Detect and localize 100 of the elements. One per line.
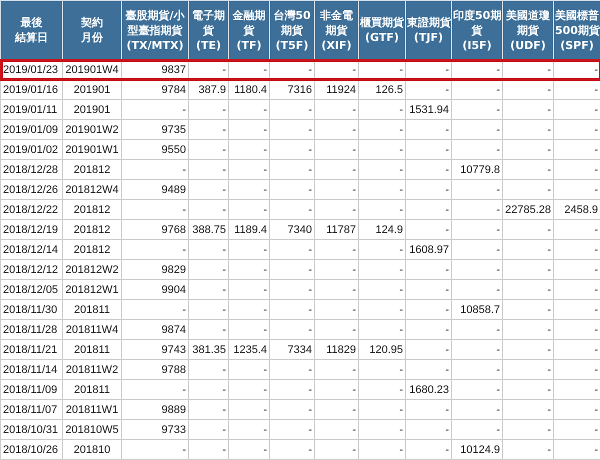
table-cell: -	[502, 300, 554, 320]
table-cell: 201901	[62, 80, 122, 100]
table-cell: -	[228, 200, 270, 220]
table-cell: 2018/11/14	[0, 360, 62, 380]
table-cell: -	[188, 400, 228, 420]
column-header: 電子期 貨 (TE)	[188, 0, 228, 60]
table-cell: -	[502, 140, 554, 160]
table-cell: -	[502, 320, 554, 340]
table-cell: -	[452, 260, 502, 280]
table-cell: -	[502, 180, 554, 200]
table-cell: 9550	[122, 140, 188, 160]
table-cell: -	[502, 240, 554, 260]
table-cell: -	[502, 80, 554, 100]
table-cell: -	[228, 140, 270, 160]
table-cell: -	[502, 280, 554, 300]
table-cell: 201901W2	[62, 120, 122, 140]
table-cell: 9889	[122, 400, 188, 420]
table-cell: -	[188, 180, 228, 200]
table-cell: 9743	[122, 340, 188, 360]
table-cell: -	[452, 120, 502, 140]
table-cell: 1235.4	[228, 340, 270, 360]
table-cell: -	[452, 240, 502, 260]
table-cell: -	[314, 240, 358, 260]
table-cell: 11787	[314, 220, 358, 240]
column-header: 美國道瓊 期貨 (UDF)	[502, 0, 554, 60]
table-cell: -	[502, 400, 554, 420]
table-cell: -	[228, 260, 270, 280]
table-cell: -	[358, 320, 406, 340]
table-cell: 2018/12/22	[0, 200, 62, 220]
table-cell: 201901W1	[62, 140, 122, 160]
table-cell: 2018/10/31	[0, 420, 62, 440]
table-cell: -	[188, 160, 228, 180]
column-header: 美國標普 500期貨 (SPF)	[554, 0, 600, 60]
column-header: 東證期貨 (TJF)	[406, 0, 452, 60]
table-cell: 9788	[122, 360, 188, 380]
table-cell: 7316	[270, 80, 314, 100]
table-cell: -	[270, 440, 314, 460]
table-cell: -	[406, 180, 452, 200]
table-cell: -	[314, 160, 358, 180]
column-header: 櫃買期貨 (GTF)	[358, 0, 406, 60]
column-header: 契約 月份	[62, 0, 122, 60]
table-cell: -	[452, 100, 502, 120]
table-cell: -	[502, 340, 554, 360]
table-cell: 2018/11/28	[0, 320, 62, 340]
table-cell: -	[406, 360, 452, 380]
column-header: 非金電 期貨 (XIF)	[314, 0, 358, 60]
table-cell: 2018/12/14	[0, 240, 62, 260]
table-cell: -	[406, 140, 452, 160]
table-cell: -	[188, 440, 228, 460]
table-cell: 10779.8	[452, 160, 502, 180]
table-cell: -	[502, 360, 554, 380]
column-header: 印度50期 貨 (I5F)	[452, 0, 502, 60]
table-cell: -	[228, 180, 270, 200]
table-cell: -	[122, 240, 188, 260]
table-cell: 120.95	[358, 340, 406, 360]
table-cell: -	[502, 100, 554, 120]
table-cell: -	[122, 100, 188, 120]
table-cell: -	[228, 160, 270, 180]
table-cell: -	[122, 380, 188, 400]
table-cell: 201812	[62, 240, 122, 260]
table-cell: -	[358, 100, 406, 120]
table-cell: -	[188, 300, 228, 320]
table-cell: -	[358, 160, 406, 180]
table-cell: -	[502, 160, 554, 180]
table-cell: 201812	[62, 220, 122, 240]
table-cell: 201810W5	[62, 420, 122, 440]
table-cell: -	[270, 240, 314, 260]
table-cell: -	[406, 340, 452, 360]
table-cell: -	[228, 440, 270, 460]
table-cell: -	[228, 240, 270, 260]
column-header: 台灣50 期貨 (T5F)	[270, 0, 314, 60]
table-cell: -	[270, 360, 314, 380]
table-cell: 387.9	[188, 80, 228, 100]
table-cell: -	[188, 120, 228, 140]
table-cell: 2018/11/30	[0, 300, 62, 320]
table-cell: -	[188, 140, 228, 160]
table-cell: -	[406, 260, 452, 280]
table-cell: 201811W2	[62, 360, 122, 380]
table-cell: 2018/12/12	[0, 260, 62, 280]
table-cell: -	[452, 360, 502, 380]
table-cell: -	[188, 280, 228, 300]
table-cell: 22785.28	[502, 200, 554, 220]
table-cell: 201811	[62, 340, 122, 360]
table-cell: -	[314, 300, 358, 320]
table-cell: 2019/01/23	[0, 60, 62, 80]
table-cell: 2018/11/21	[0, 340, 62, 360]
table-cell: -	[358, 180, 406, 200]
table-cell: -	[358, 140, 406, 160]
table-cell: -	[188, 260, 228, 280]
table-cell: -	[358, 280, 406, 300]
table-cell: -	[228, 380, 270, 400]
table-cell: -	[502, 420, 554, 440]
table-cell: -	[452, 80, 502, 100]
table-cell: -	[122, 200, 188, 220]
table-cell: 2019/01/11	[0, 100, 62, 120]
table-cell: -	[314, 400, 358, 420]
column-header: 最後 結算日	[0, 0, 62, 60]
table-cell: -	[228, 300, 270, 320]
table-cell: 11829	[314, 340, 358, 360]
table-cell: -	[358, 440, 406, 460]
